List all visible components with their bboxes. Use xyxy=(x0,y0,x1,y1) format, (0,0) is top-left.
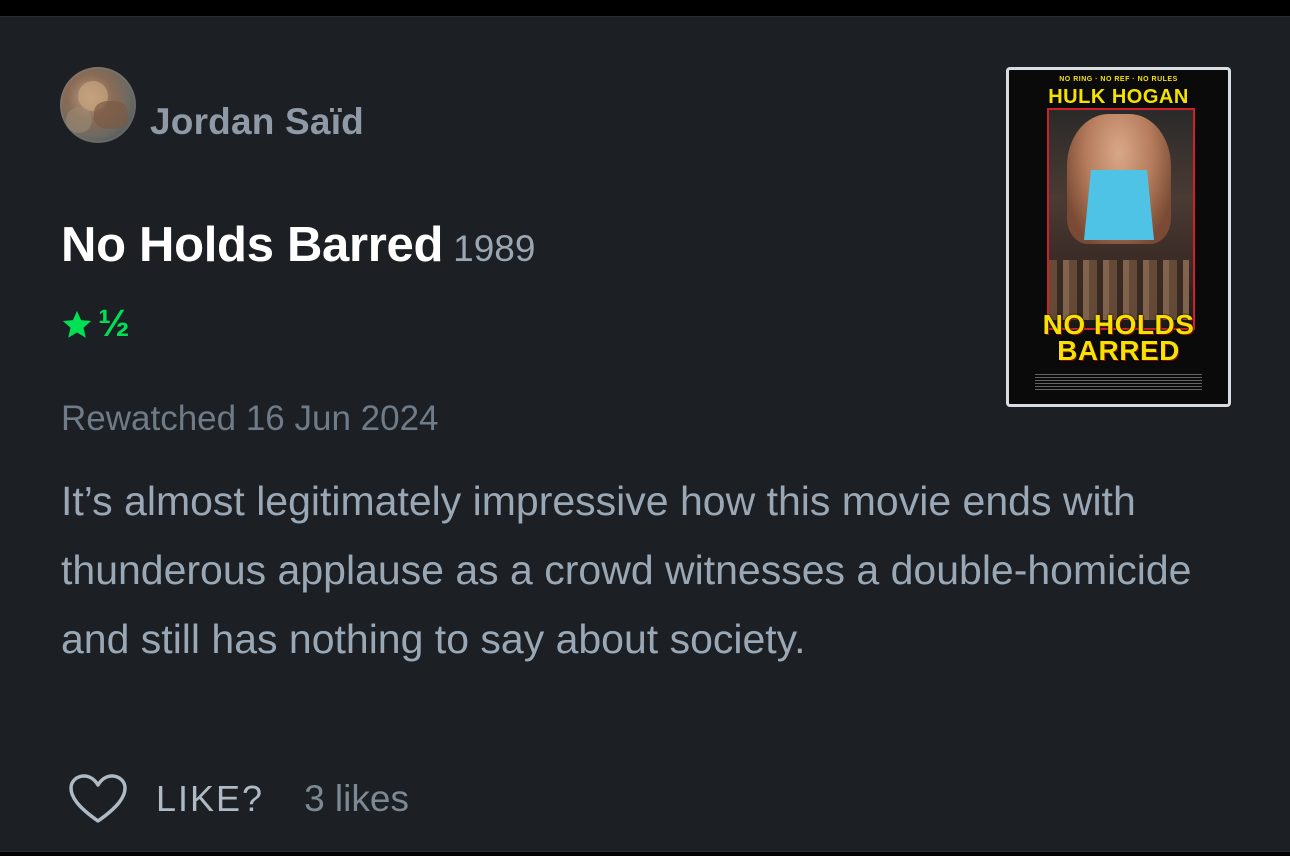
likes-count[interactable]: 3 likes xyxy=(304,778,409,820)
review-text: It’s almost legitimately impressive how … xyxy=(61,478,1192,662)
like-button[interactable]: LIKE? xyxy=(156,778,264,820)
poster-title-line2: BARRED xyxy=(1057,335,1180,366)
username[interactable]: Jordan Saïd xyxy=(150,101,364,143)
like-actions: LIKE? 3 likes xyxy=(68,773,409,825)
poster-tanktop xyxy=(1084,170,1154,240)
film-title[interactable]: No Holds Barred xyxy=(61,218,443,272)
user-avatar[interactable] xyxy=(60,67,136,143)
film-heading: No Holds Barred 1989 xyxy=(61,217,535,273)
watched-date: Rewatched 16 Jun 2024 xyxy=(61,399,439,438)
poster-tagline: NO RING · NO REF · NO RULES xyxy=(1059,76,1178,83)
heart-icon[interactable] xyxy=(68,773,128,825)
half-star-glyph: ½ xyxy=(98,303,130,345)
film-poster[interactable]: NO RING · NO REF · NO RULES HULK HOGAN N… xyxy=(1006,67,1231,407)
star-icon xyxy=(62,310,92,338)
film-year[interactable]: 1989 xyxy=(453,228,535,269)
poster-star-name: HULK HOGAN xyxy=(1048,86,1189,108)
poster-title: NO HOLDS BARRED xyxy=(1009,311,1228,366)
poster-credits xyxy=(1035,374,1202,392)
review-card: Jordan Saïd No Holds Barred 1989 ½ Rewatc… xyxy=(0,16,1290,852)
star-rating: ½ xyxy=(60,303,130,346)
